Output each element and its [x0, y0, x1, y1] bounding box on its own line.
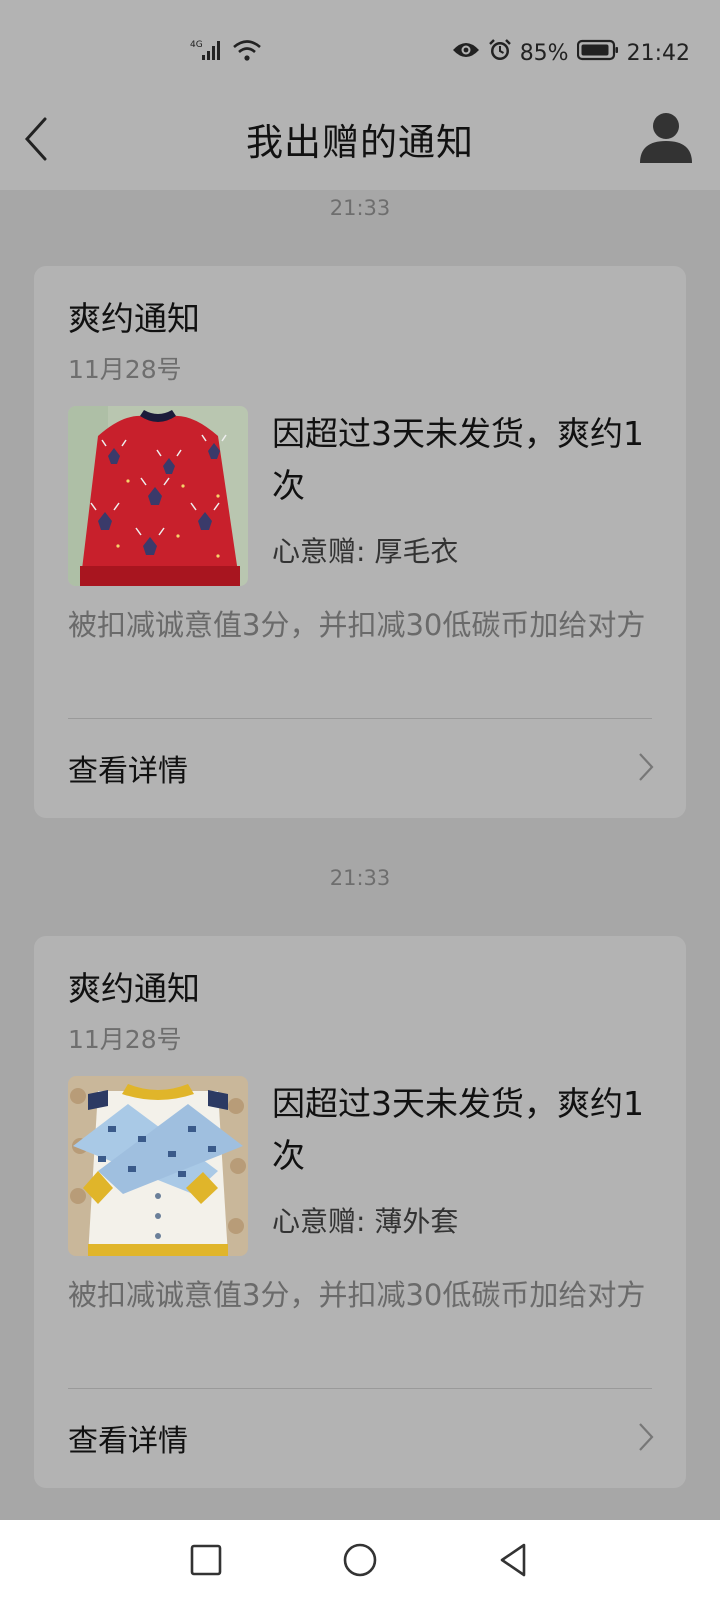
triangle-back-icon	[500, 1543, 526, 1577]
eye-icon	[452, 40, 480, 66]
item-thumbnail[interactable]	[68, 1076, 248, 1256]
gift-line: 心意赠: 薄外套	[272, 1200, 458, 1240]
penalty-text: 被扣减诚意值3分，并扣减30低碳币加给对方	[68, 1278, 646, 1312]
divider	[68, 718, 652, 719]
penalty-text: 被扣减诚意值3分，并扣减30低碳币加给对方	[68, 608, 646, 642]
jacket-image	[68, 1076, 248, 1256]
status-time: 21:42	[626, 40, 690, 66]
square-icon	[190, 1544, 222, 1576]
circle-icon	[343, 1543, 377, 1577]
wifi-icon	[232, 38, 262, 68]
reason-text: 因超过3天未发货，爽约1次	[272, 414, 644, 505]
card-title: 爽约通知	[68, 969, 200, 1008]
gift-name: 厚毛衣	[374, 535, 459, 568]
sweater-image	[68, 406, 248, 586]
notification-card[interactable]: 爽约通知 11月28号	[34, 266, 686, 818]
notification-card[interactable]: 爽约通知 11月28号	[34, 936, 686, 1488]
gift-line: 心意赠: 厚毛衣	[272, 530, 458, 570]
recent-apps-button[interactable]	[186, 1540, 226, 1580]
message-timestamp: 21:33	[329, 196, 391, 220]
system-nav-bar	[0, 1520, 720, 1600]
card-date: 11月28号	[68, 355, 182, 384]
status-bar: 4G 85% 21:42	[0, 0, 720, 90]
gift-prefix: 心意赠:	[272, 1205, 375, 1238]
card-title: 爽约通知	[68, 299, 200, 338]
view-details-label: 查看详情	[68, 754, 188, 789]
gift-prefix: 心意赠:	[272, 535, 375, 568]
home-button[interactable]	[340, 1540, 380, 1580]
status-left: 4G	[190, 38, 262, 68]
svg-text:4G: 4G	[190, 40, 203, 50]
gift-name: 薄外套	[374, 1205, 459, 1238]
divider	[68, 1388, 652, 1389]
profile-button[interactable]	[638, 108, 694, 164]
back-nav-button[interactable]	[494, 1540, 534, 1580]
user-icon	[640, 113, 692, 163]
view-details-label: 查看详情	[68, 1424, 188, 1459]
signal-icon: 4G	[190, 38, 224, 68]
card-date: 11月28号	[68, 1025, 182, 1054]
view-details-button[interactable]: 查看详情	[68, 1396, 656, 1476]
battery-icon	[576, 39, 619, 67]
header: 我出赠的通知	[0, 90, 720, 190]
message-timestamp: 21:33	[329, 866, 391, 890]
page-title: 我出赠的通知	[246, 121, 474, 164]
alarm-icon	[488, 38, 512, 68]
reason-text: 因超过3天未发货，爽约1次	[272, 1084, 644, 1175]
item-thumbnail[interactable]	[68, 406, 248, 586]
battery-percent: 85%	[519, 40, 569, 66]
status-right: 85% 21:42	[452, 38, 690, 68]
chevron-right-icon	[639, 1423, 654, 1451]
view-details-button[interactable]: 查看详情	[68, 726, 656, 806]
chevron-right-icon	[639, 753, 654, 781]
